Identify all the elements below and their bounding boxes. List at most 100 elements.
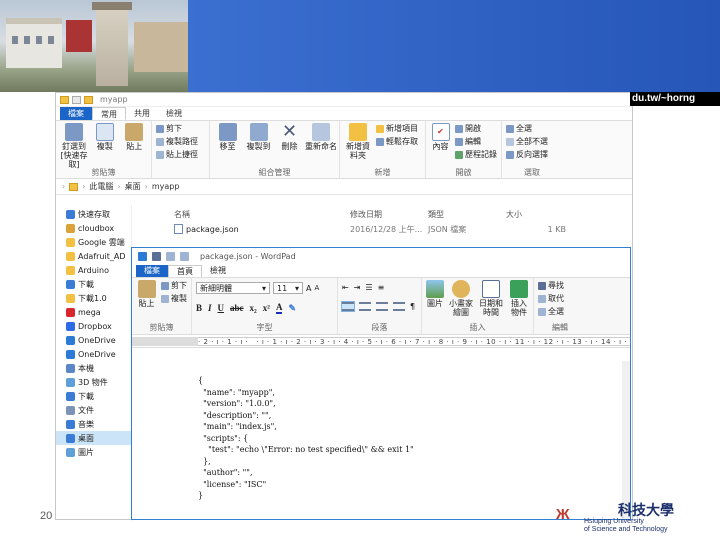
- copy-path-button[interactable]: 複製路徑: [156, 136, 198, 147]
- nav-item-icon: [66, 335, 75, 345]
- quick-access-icon[interactable]: [72, 95, 81, 104]
- nav-item[interactable]: 快速存取: [56, 207, 131, 221]
- wordpad-window[interactable]: package.json - WordPad 檔案 首頁 檢視 貼上 剪下 複製…: [131, 247, 631, 520]
- cut-button[interactable]: 剪下: [156, 123, 198, 134]
- highlight-icon[interactable]: ✎: [288, 303, 296, 314]
- nav-item[interactable]: 下載: [56, 389, 131, 403]
- bullets-icon[interactable]: ☰: [365, 283, 372, 292]
- select-all-button[interactable]: 全選: [506, 123, 548, 134]
- invert-selection-button[interactable]: 反向選擇: [506, 149, 548, 160]
- nav-item[interactable]: 下載: [56, 277, 131, 291]
- file-row[interactable]: package.json 2016/12/28 上午... JSON 檔案 1 …: [174, 221, 624, 237]
- nav-item[interactable]: mega: [56, 305, 131, 319]
- tab-file[interactable]: 檔案: [60, 107, 92, 120]
- column-header-size[interactable]: 大小: [506, 209, 566, 220]
- tab-view[interactable]: 檢視: [202, 265, 234, 277]
- explorer-ribbon: 釘選到[快速存取] 複製 貼上 剪貼簿 剪下 複製路徑 貼上捷徑 移至 複製到 …: [56, 121, 632, 179]
- align-right-icon[interactable]: [376, 302, 388, 311]
- font-family-select[interactable]: 新細明體 ▾: [196, 282, 270, 294]
- chevron-right-icon: ›: [117, 182, 121, 191]
- font-size-select[interactable]: 11 ▾: [273, 282, 303, 294]
- superscript-icon[interactable]: x²: [263, 303, 270, 313]
- nav-item[interactable]: 文件: [56, 403, 131, 417]
- cut-button[interactable]: 剪下: [161, 280, 187, 291]
- easy-access-button[interactable]: 輕鬆存取: [376, 136, 418, 147]
- invert-selection-icon: [506, 150, 514, 159]
- copy-icon: [161, 294, 169, 303]
- select-none-icon: [506, 137, 514, 146]
- grow-font-icon[interactable]: A: [306, 284, 311, 293]
- tab-file[interactable]: 檔案: [136, 265, 168, 277]
- column-header-date[interactable]: 修改日期: [350, 209, 428, 220]
- breadcrumb-myapp[interactable]: myapp: [152, 182, 180, 191]
- column-header-name[interactable]: 名稱: [174, 209, 350, 220]
- undo-icon[interactable]: [166, 252, 175, 261]
- decrease-indent-icon[interactable]: ⇤: [342, 283, 349, 292]
- nav-item-icon: [66, 405, 75, 415]
- font-color-icon[interactable]: A: [275, 302, 283, 314]
- select-all-button[interactable]: 全選: [538, 306, 564, 317]
- header-banner: [0, 0, 720, 92]
- nav-item[interactable]: 本機: [56, 361, 131, 375]
- open-button[interactable]: 開啟: [455, 123, 497, 134]
- nav-item[interactable]: 3D 物件: [56, 375, 131, 389]
- ribbon-group-paragraph: ⇤ ⇥ ☰ ≡ ¶ 段落: [338, 278, 422, 334]
- subscript-icon[interactable]: x₂: [250, 303, 257, 313]
- tab-home[interactable]: 首頁: [168, 265, 202, 277]
- breadcrumb-desktop[interactable]: 桌面: [125, 181, 141, 192]
- edit-button[interactable]: 編輯: [455, 136, 497, 147]
- nav-item[interactable]: 音樂: [56, 417, 131, 431]
- nav-item[interactable]: OneDrive: [56, 347, 131, 361]
- document-area[interactable]: { "name": "myapp", "version": "1.0.0", "…: [132, 361, 630, 519]
- select-none-button[interactable]: 全部不選: [506, 136, 548, 147]
- strikethrough-icon[interactable]: abc: [230, 303, 244, 313]
- nav-item[interactable]: 桌面: [56, 431, 131, 445]
- copy-button[interactable]: 複製: [161, 293, 187, 304]
- history-button[interactable]: 歷程記錄: [455, 149, 497, 160]
- save-icon[interactable]: [152, 252, 161, 261]
- underline-icon[interactable]: U: [218, 303, 225, 313]
- nav-item[interactable]: 下載1.0: [56, 291, 131, 305]
- paragraph-settings-icon[interactable]: ¶: [410, 302, 415, 311]
- redo-icon[interactable]: [180, 252, 189, 261]
- increase-indent-icon[interactable]: ⇥: [354, 283, 361, 292]
- shrink-font-icon[interactable]: A: [314, 284, 319, 292]
- tab-view[interactable]: 檢視: [158, 107, 190, 120]
- campus-photo: [0, 0, 188, 92]
- ribbon-group-label: 新增: [374, 168, 391, 177]
- align-left-icon[interactable]: [341, 301, 355, 312]
- bold-icon[interactable]: B: [196, 303, 202, 313]
- nav-item-label: 本機: [78, 363, 94, 373]
- document-text[interactable]: { "name": "myapp", "version": "1.0.0", "…: [198, 375, 414, 502]
- nav-item-icon: [66, 279, 75, 289]
- nav-item[interactable]: OneDrive: [56, 333, 131, 347]
- breadcrumb-this-pc[interactable]: 此電腦: [89, 181, 113, 192]
- replace-button[interactable]: 取代: [538, 293, 564, 304]
- nav-item-label: 文件: [78, 405, 94, 415]
- nav-item-icon: [66, 251, 75, 261]
- nav-item[interactable]: Google 雲端: [56, 235, 131, 249]
- nav-item[interactable]: cloudbox: [56, 221, 131, 235]
- nav-item[interactable]: Dropbox: [56, 319, 131, 333]
- ruler[interactable]: · 2 · ı · 1 · ı · · ı · 1 · ı · 2 · ı · …: [132, 335, 630, 348]
- align-center-icon[interactable]: [359, 302, 371, 311]
- nav-item-icon: [66, 307, 75, 317]
- ribbon-group-label: 剪貼簿: [91, 168, 116, 177]
- nav-item[interactable]: Adafruit_AD: [56, 249, 131, 263]
- new-item-button[interactable]: 新增項目: [376, 123, 418, 134]
- paste-shortcut-button[interactable]: 貼上捷徑: [156, 149, 198, 160]
- justify-icon[interactable]: [393, 302, 405, 311]
- ribbon-group-label: 字型: [256, 323, 273, 332]
- tab-home[interactable]: 常用: [92, 107, 126, 120]
- find-button[interactable]: 尋找: [538, 280, 564, 291]
- tab-share[interactable]: 共用: [126, 107, 158, 120]
- nav-item[interactable]: 圖片: [56, 445, 131, 459]
- line-spacing-icon[interactable]: ≡: [378, 283, 385, 292]
- ribbon-group-clipboard: 釘選到[快速存取] 複製 貼上 剪貼簿: [56, 121, 152, 179]
- nav-item[interactable]: Arduino: [56, 263, 131, 277]
- column-header-type[interactable]: 類型: [428, 209, 506, 220]
- folder-icon: [60, 95, 69, 104]
- vertical-scrollbar[interactable]: [622, 361, 630, 519]
- address-bar[interactable]: › › 此電腦 › 桌面 › myapp: [56, 179, 632, 195]
- italic-icon[interactable]: I: [208, 303, 212, 313]
